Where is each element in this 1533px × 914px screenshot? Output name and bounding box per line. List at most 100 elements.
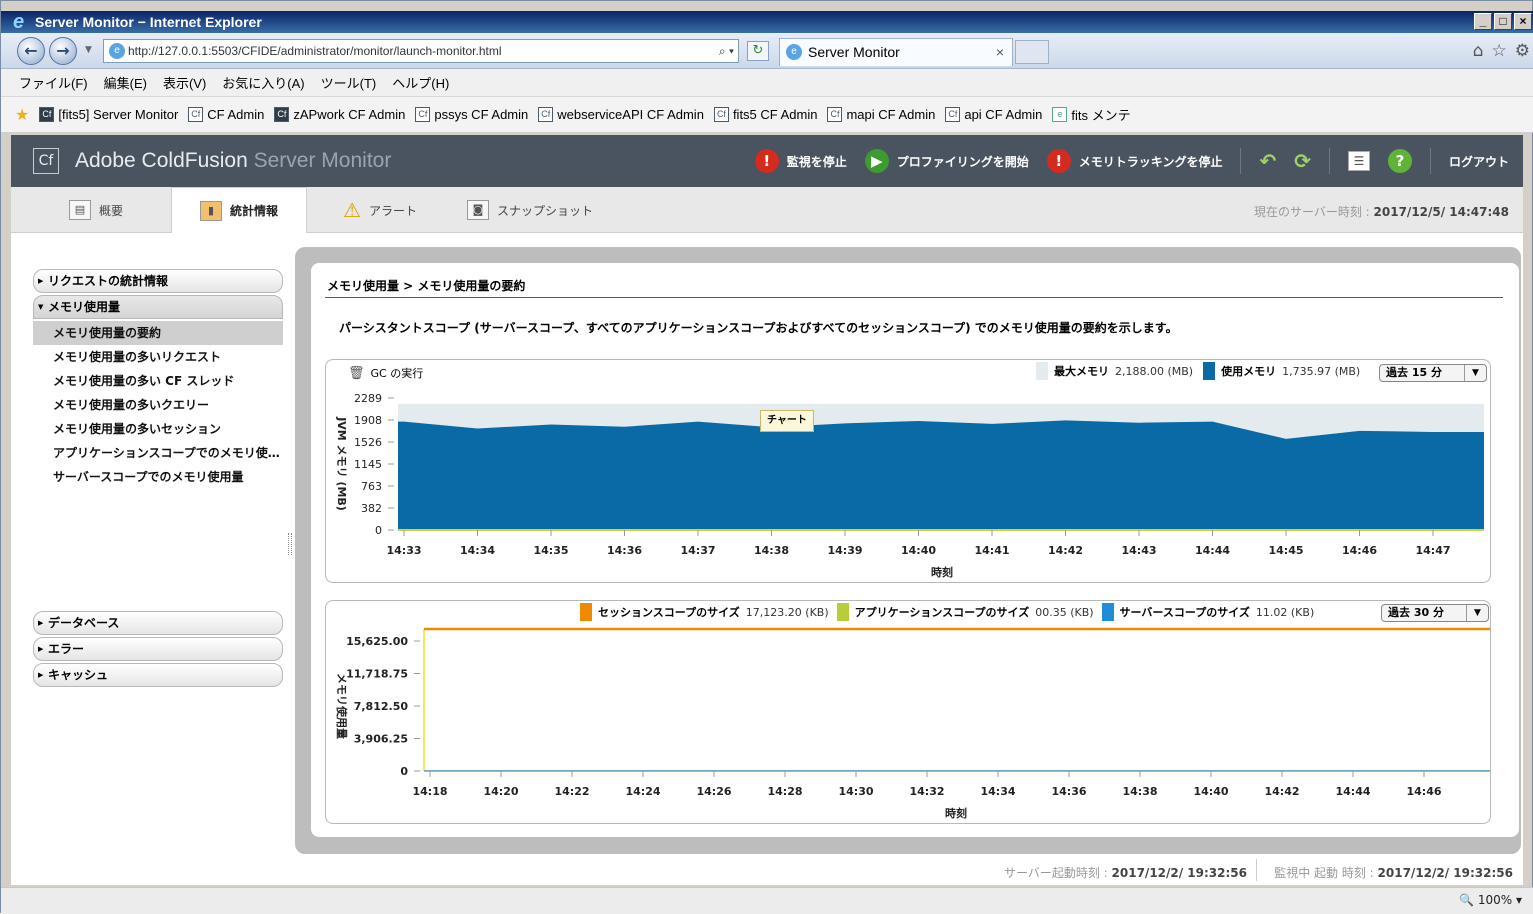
favorite-link[interactable]: Cf zAPwork CF Admin [274, 107, 405, 122]
browser-tab[interactable]: e Server Monitor × [779, 38, 1013, 66]
x-tick-label: 14:34 [460, 544, 495, 557]
favorite-link[interactable]: Cf pssys CF Admin [415, 107, 528, 122]
favorite-link[interactable]: Cf fits5 CF Admin [713, 107, 817, 122]
new-tab-button[interactable] [1015, 40, 1049, 64]
favorites-star-icon[interactable]: ☆ [1492, 41, 1507, 61]
status-bar: 🔍 100% ▾ [1, 887, 1533, 914]
sidebar-section-errors[interactable]: エラー [33, 637, 283, 661]
chart1-plot: 2289 1908 1526 1145 763 382 0 14:33 14:34 14:35 14… [335, 392, 1484, 579]
sidebar-item-memory-queries[interactable]: メモリ使用量の多いクエリー [33, 393, 283, 417]
resize-handle[interactable] [288, 533, 292, 555]
tab-statistics[interactable]: ▮ 統計情報 [171, 187, 307, 233]
server-time: 現在のサーバー時刻 : 2017/12/5/ 14:47:48 [1253, 205, 1509, 219]
favorite-link[interactable]: Cf webserviceAPI CF Admin [538, 107, 704, 122]
close-button[interactable]: × [1514, 13, 1532, 30]
favorite-link[interactable]: Cf mapi CF Admin [827, 107, 935, 122]
sidebar-item-server-scope[interactable]: サーバースコープでのメモリ使用量 [33, 465, 283, 489]
search-icon[interactable]: ⌕ [719, 44, 726, 58]
menu-view[interactable]: 表示(V) [163, 73, 206, 92]
menu-bar: ファイル(F) 編集(E) 表示(V) お気に入り(A) ツール(T) ヘルプ(… [1, 69, 1533, 97]
x-tick-label: 14:35 [533, 544, 568, 557]
breadcrumb-divider [325, 297, 1503, 298]
x-tick-label: 14:38 [1122, 785, 1157, 798]
window-title: Server Monitor − Internet Explorer [35, 14, 262, 30]
cf-icon: Cf [538, 107, 554, 122]
y-tick-label: 2289 [354, 392, 382, 405]
sidebar-section-database[interactable]: データベース [33, 611, 283, 635]
cf-header: Cf Adobe ColdFusion Server Monitor ! 監視を停… [11, 135, 1523, 187]
x-tick-label: 14:34 [980, 785, 1015, 798]
content-area: リクエストの統計情報 メモリ使用量 メモリ使用量の要約 メモリ使用量の多いリクエ… [11, 233, 1523, 885]
sidebar-section-cache[interactable]: キャッシュ [33, 663, 283, 687]
favorite-link[interactable]: Cf CF Admin [188, 107, 264, 122]
sidebar-item-memory-sessions[interactable]: メモリ使用量の多いセッション [33, 417, 283, 441]
favorites-star-icon[interactable]: ★ [15, 105, 29, 125]
sidebar-item-memory-requests[interactable]: メモリ使用量の多いリクエスト [33, 345, 283, 369]
navigation-bar: ← → ▼ e http://127.0.0.1:5503/CFIDE/admi… [1, 33, 1533, 69]
cf-icon: Cf [39, 107, 55, 122]
sidebar-section-request-stats[interactable]: リクエストの統計情報 [33, 269, 283, 293]
camera-icon: ◙ [467, 200, 489, 220]
sidebar-item-application-scope[interactable]: アプリケーションスコープでのメモリ使… [33, 441, 283, 465]
sidebar-item-memory-threads[interactable]: メモリ使用量の多い CF スレッド [33, 369, 283, 393]
overview-icon: ▤ [69, 200, 91, 220]
main-tabs: ▤ 概要 ▮ 統計情報 ⚠ アラート ◙ スナップショット 現在のサーバー時刻 : 20… [11, 187, 1523, 233]
x-tick-label: 14:26 [696, 785, 731, 798]
address-dropdown-icon[interactable]: ▾ [729, 44, 734, 58]
address-url: http://127.0.0.1:5503/CFIDE/administrato… [128, 44, 502, 58]
title-bar: e Server Monitor − Internet Explorer _ □… [1, 11, 1533, 33]
x-tick-label: 14:36 [607, 544, 642, 557]
tab-snapshots[interactable]: ◙ スナップショット [467, 187, 607, 233]
list-icon[interactable]: ☰ [1347, 151, 1370, 171]
help-icon[interactable]: ? [1387, 149, 1412, 173]
favorite-link[interactable]: e fits メンテ [1052, 105, 1131, 124]
menu-tools[interactable]: ツール(T) [321, 73, 377, 92]
x-tick-label: 14:47 [1415, 544, 1450, 557]
gear-icon[interactable]: ⚙ [1515, 41, 1530, 61]
y-tick-label: 0 [375, 524, 382, 537]
zoom-icon: 🔍 [1459, 893, 1475, 907]
sidebar-item-memory-summary[interactable]: メモリ使用量の要約 [33, 321, 283, 345]
favorite-link[interactable]: Cf [fits5] Server Monitor [39, 107, 178, 122]
chart-tooltip: チャート [760, 410, 814, 432]
x-tick-label: 14:46 [1342, 544, 1377, 557]
bar-chart-icon: ▮ [199, 200, 222, 221]
history-dropdown-icon[interactable]: ▼ [85, 45, 92, 55]
menu-file[interactable]: ファイル(F) [19, 73, 88, 92]
minimize-button[interactable]: _ [1474, 13, 1492, 30]
back-arrow-icon[interactable]: ← [17, 37, 45, 65]
menu-edit[interactable]: 編集(E) [104, 73, 147, 92]
forward-arrow-icon[interactable]: → [49, 37, 77, 65]
cf-logo-icon: Cf [33, 148, 59, 174]
tab-alerts[interactable]: ⚠ アラート [343, 187, 443, 233]
close-tab-icon[interactable]: × [996, 39, 1004, 65]
address-bar[interactable]: e http://127.0.0.1:5503/CFIDE/administra… [103, 39, 739, 63]
refresh-icon[interactable]: ↻ [747, 41, 769, 61]
browser-window: e Server Monitor − Internet Explorer _ □… [0, 0, 1533, 914]
home-icon[interactable]: ⌂ [1473, 41, 1484, 61]
stop-memory-tracking-button[interactable]: ! メモリトラッキングを停止 [1046, 149, 1222, 173]
stop-monitor-button[interactable]: ! 監視を停止 [754, 149, 847, 173]
ie-page-icon: e [786, 44, 802, 60]
server-start-time: サーバー起動時刻 : 2017/12/2/ 19:32:56 [1003, 866, 1247, 880]
favorite-link[interactable]: Cf api CF Admin [945, 107, 1042, 122]
y-tick-label: 3,906.25 [354, 733, 408, 746]
logout-link[interactable]: ログアウト [1449, 153, 1509, 170]
x-tick-label: 14:18 [412, 785, 447, 798]
menu-help[interactable]: ヘルプ(H) [392, 73, 449, 92]
maximize-button[interactable]: □ [1494, 13, 1512, 30]
y-tick-label: 382 [361, 502, 382, 515]
x-tick-label: 14:20 [483, 785, 518, 798]
menu-favorites[interactable]: お気に入り(A) [222, 73, 304, 92]
zoom-control[interactable]: 🔍 100% ▾ [1459, 893, 1522, 907]
cf-icon: Cf [188, 107, 204, 122]
start-profiling-button[interactable]: ▶ プロファイリングを開始 [864, 149, 1029, 173]
x-tick-label: 14:42 [1048, 544, 1083, 557]
undo-icon[interactable]: ↶ [1259, 149, 1276, 173]
y-axis-title: JVM メモリ (MB) [335, 416, 348, 511]
x-tick-label: 14:37 [680, 544, 715, 557]
refresh-icon[interactable]: ⟳ [1294, 149, 1311, 173]
warning-icon: ⚠ [343, 198, 361, 222]
sidebar-section-memory[interactable]: メモリ使用量 [33, 295, 283, 319]
app-title: Adobe ColdFusion Server Monitor [75, 149, 392, 172]
